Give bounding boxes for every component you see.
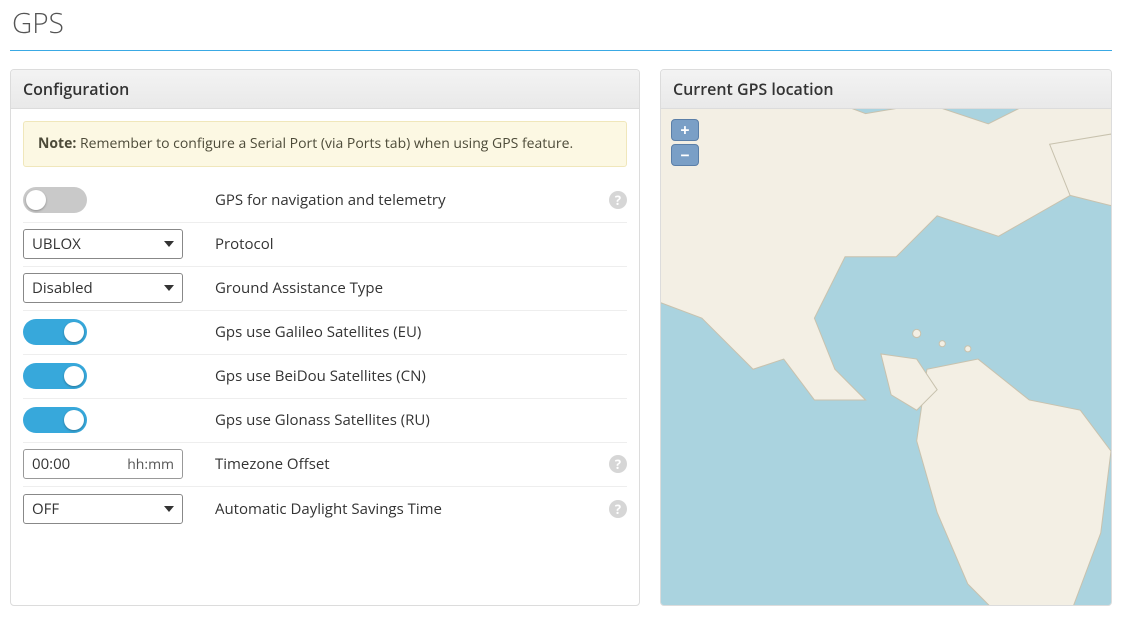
- note-text: Remember to configure a Serial Port (via…: [76, 134, 573, 153]
- protocol-select-value: UBLOX: [32, 234, 81, 254]
- note-prefix: Note:: [38, 134, 76, 153]
- chevron-down-icon: [164, 506, 174, 512]
- protocol-label: Protocol: [215, 234, 591, 254]
- row-ground-assist: Disabled Ground Assistance Type: [23, 267, 627, 311]
- zoom-in-button[interactable]: +: [671, 119, 699, 141]
- timezone-value: 00:00: [32, 454, 70, 474]
- config-panel-body: Note: Remember to configure a Serial Por…: [11, 109, 639, 543]
- zoom-out-button[interactable]: −: [671, 144, 699, 166]
- page-title: GPS: [12, 4, 1112, 42]
- timezone-input[interactable]: 00:00 hh:mm: [23, 449, 183, 479]
- map-panel: Current GPS location + −: [660, 69, 1112, 606]
- row-nav-telemetry: GPS for navigation and telemetry ?: [23, 179, 627, 223]
- glonass-toggle[interactable]: [23, 407, 87, 433]
- ground-assist-select[interactable]: Disabled: [23, 273, 183, 303]
- glonass-label: Gps use Glonass Satellites (RU): [215, 410, 591, 430]
- config-panel: Configuration Note: Remember to configur…: [10, 69, 640, 606]
- help-icon[interactable]: ?: [609, 191, 627, 209]
- dst-select-value: OFF: [32, 499, 59, 519]
- zoom-controls: + −: [671, 119, 699, 166]
- help-icon[interactable]: ?: [609, 500, 627, 518]
- dst-select[interactable]: OFF: [23, 494, 183, 524]
- row-galileo: Gps use Galileo Satellites (EU): [23, 311, 627, 355]
- timezone-label: Timezone Offset: [215, 454, 591, 474]
- beidou-label: Gps use BeiDou Satellites (CN): [215, 366, 591, 386]
- config-panel-header: Configuration: [11, 70, 639, 109]
- world-map-icon: [661, 109, 1111, 605]
- galileo-toggle[interactable]: [23, 319, 87, 345]
- help-icon[interactable]: ?: [609, 455, 627, 473]
- protocol-select[interactable]: UBLOX: [23, 229, 183, 259]
- dst-label: Automatic Daylight Savings Time: [215, 499, 591, 519]
- galileo-label: Gps use Galileo Satellites (EU): [215, 322, 591, 342]
- row-glonass: Gps use Glonass Satellites (RU): [23, 399, 627, 443]
- chevron-down-icon: [164, 285, 174, 291]
- row-protocol: UBLOX Protocol: [23, 223, 627, 267]
- ground-assist-label: Ground Assistance Type: [215, 278, 591, 298]
- row-timezone: 00:00 hh:mm Timezone Offset ?: [23, 443, 627, 487]
- row-dst: OFF Automatic Daylight Savings Time ?: [23, 487, 627, 531]
- nav-telemetry-toggle[interactable]: [23, 187, 87, 213]
- beidou-toggle[interactable]: [23, 363, 87, 389]
- map-panel-header: Current GPS location: [661, 70, 1111, 109]
- chevron-down-icon: [164, 241, 174, 247]
- row-beidou: Gps use BeiDou Satellites (CN): [23, 355, 627, 399]
- title-rule: [10, 50, 1112, 51]
- nav-telemetry-label: GPS for navigation and telemetry: [215, 190, 591, 210]
- timezone-hint: hh:mm: [127, 455, 174, 474]
- ground-assist-select-value: Disabled: [32, 278, 93, 298]
- map-canvas[interactable]: + −: [661, 109, 1111, 605]
- serial-port-note: Note: Remember to configure a Serial Por…: [23, 121, 627, 167]
